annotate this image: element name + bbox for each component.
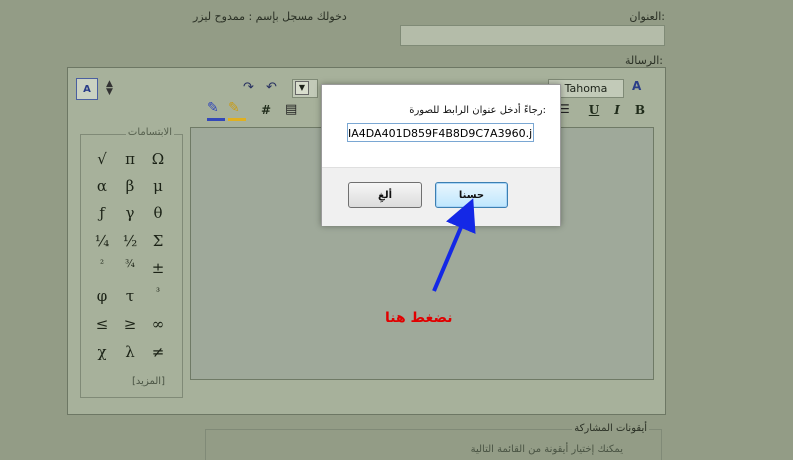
cancel-button[interactable]: ألغِ bbox=[348, 182, 422, 208]
symbol-item[interactable]: ≥ bbox=[116, 315, 144, 333]
symbol-item[interactable]: ≤ bbox=[88, 315, 116, 333]
posting-as-text: دخولك مسجل بإسم : ممدوح ليزر bbox=[193, 10, 347, 23]
undo-icon[interactable]: ↶ bbox=[266, 80, 277, 95]
size-select[interactable]: ▼ bbox=[292, 79, 318, 98]
symbol-item[interactable]: √ bbox=[88, 150, 116, 168]
annotation-arrow-icon bbox=[432, 198, 476, 292]
symbol-item[interactable]: φ bbox=[88, 287, 116, 305]
underline-button[interactable]: U bbox=[584, 100, 604, 119]
post-icons-title: أيقونات المشاركة bbox=[572, 423, 649, 434]
symbol-item[interactable]: ² bbox=[88, 259, 116, 270]
quote-icon[interactable]: ▤ bbox=[285, 102, 297, 117]
symbol-item[interactable]: ± bbox=[144, 259, 172, 277]
symbol-item[interactable]: ¼ bbox=[88, 232, 116, 250]
symbol-item[interactable]: α bbox=[88, 177, 116, 195]
highlight-icon[interactable]: ✎ bbox=[228, 100, 246, 121]
resize-icon[interactable]: ▲ ▼ bbox=[106, 80, 113, 97]
italic-button[interactable]: I bbox=[607, 100, 627, 119]
symbol-item[interactable]: ½ bbox=[116, 232, 144, 250]
redo-icon[interactable]: ↷ bbox=[243, 80, 254, 95]
post-icons-hint: يمكنك إختيار أيقونة من القائمة التالية bbox=[470, 444, 623, 455]
remove-format-icon[interactable]: A bbox=[632, 79, 650, 97]
symbol-item[interactable]: π bbox=[116, 150, 144, 168]
symbol-item[interactable]: ƒ bbox=[88, 204, 116, 222]
more-smilies-link[interactable]: [المزيد] bbox=[132, 376, 165, 387]
symbol-item[interactable]: γ bbox=[116, 204, 144, 222]
symbol-item[interactable]: θ bbox=[144, 204, 172, 222]
symbol-item[interactable]: τ bbox=[116, 287, 144, 305]
text-color-icon[interactable]: ✎ bbox=[207, 100, 225, 121]
symbol-item[interactable]: μ bbox=[144, 177, 172, 195]
symbol-item[interactable]: χ bbox=[88, 343, 116, 361]
symbol-item[interactable]: λ bbox=[116, 343, 144, 361]
symbol-item[interactable]: ∞ bbox=[144, 315, 172, 333]
title-input[interactable] bbox=[400, 25, 665, 46]
symbol-item[interactable]: ≠ bbox=[144, 343, 172, 361]
bold-button[interactable]: B bbox=[630, 100, 650, 119]
symbol-item[interactable]: Σ bbox=[144, 232, 172, 250]
symbol-item[interactable]: β bbox=[116, 177, 144, 195]
symbol-item[interactable]: Ω bbox=[144, 150, 172, 168]
annotation-text: نضغط هنا bbox=[385, 310, 453, 326]
title-label: العنوان: bbox=[629, 10, 665, 23]
smilies-title: الابتسامات bbox=[125, 127, 174, 138]
symbol-item[interactable]: ³ bbox=[144, 287, 172, 298]
message-label: الرسالة: bbox=[624, 54, 663, 67]
hash-button[interactable]: # bbox=[256, 100, 276, 119]
switch-mode-icon[interactable]: A bbox=[76, 78, 98, 100]
image-url-input[interactable]: IA4DA401D859F4B8D9C7A3960.jpg bbox=[347, 123, 534, 142]
symbol-item[interactable]: ¾ bbox=[116, 259, 144, 270]
dialog-prompt: رجاءً أدخل عنوان الرابط للصورة: bbox=[409, 105, 546, 116]
